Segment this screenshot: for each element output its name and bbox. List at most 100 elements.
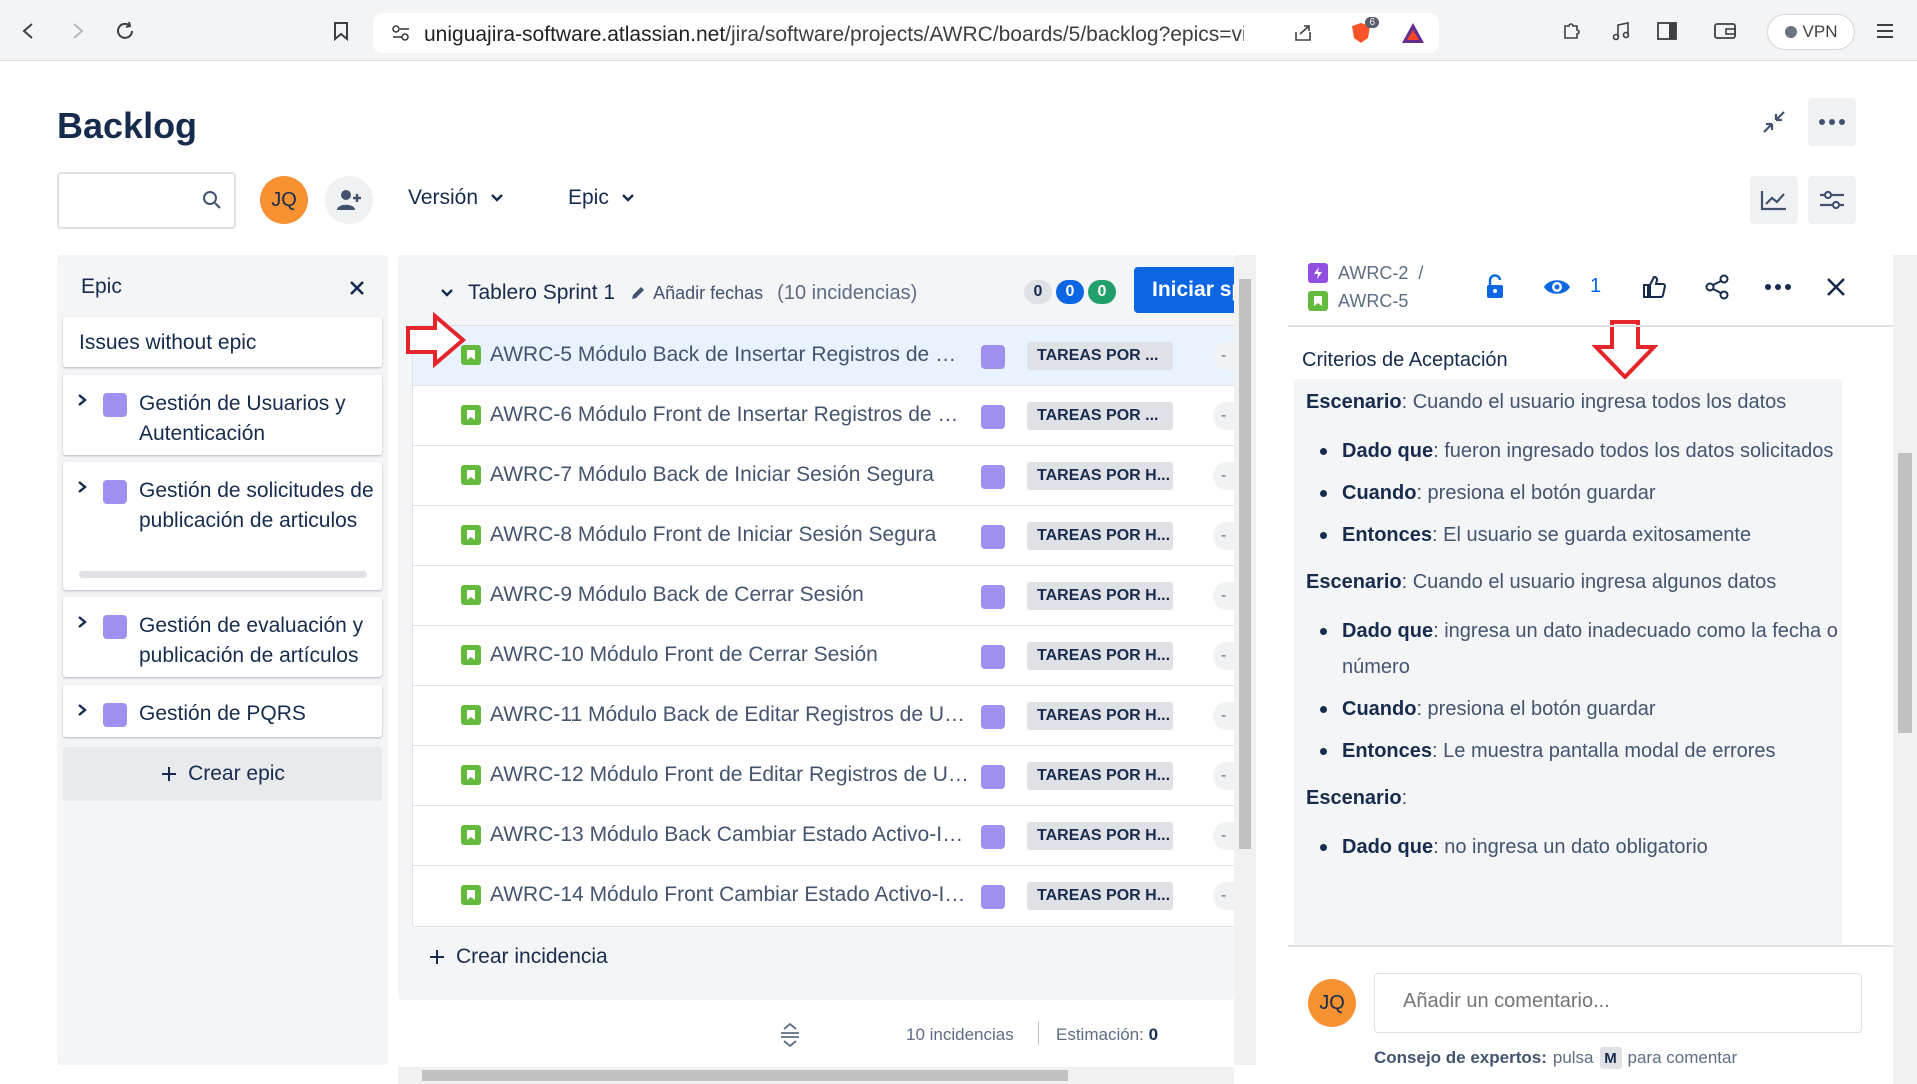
exit-fullscreen-button[interactable] <box>1750 98 1798 146</box>
acceptance-criteria-body[interactable]: Escenario: Cuando el usuario ingresa tod… <box>1294 379 1842 947</box>
issue-row[interactable]: AWRC-14 Módulo Front Cambiar Estado Acti… <box>413 866 1234 926</box>
brave-shields-icon[interactable]: 6 <box>1347 17 1379 47</box>
issue-key-link[interactable]: AWRC-5 <box>1338 288 1408 314</box>
status-badge[interactable]: TAREAS POR H... <box>1027 582 1173 610</box>
estimate-badge[interactable]: - <box>1213 702 1234 730</box>
like-button[interactable] <box>1634 267 1674 307</box>
avatar[interactable]: JQ <box>260 176 308 224</box>
scrollbar-thumb[interactable] <box>1239 279 1251 849</box>
issue-row[interactable]: AWRC-12 Módulo Front de Editar Registros… <box>413 746 1234 806</box>
estimate-badge[interactable]: - <box>1213 762 1234 790</box>
epic-item[interactable]: Gestión de evaluación y publicación de a… <box>63 597 382 677</box>
issues-without-epic[interactable]: Issues without epic <box>63 317 382 367</box>
estimate-badge[interactable]: - <box>1213 402 1234 430</box>
share-url-icon[interactable] <box>1289 19 1317 47</box>
browser-menu-button[interactable] <box>1868 14 1902 48</box>
issue-more-actions-button[interactable] <box>1758 267 1798 307</box>
detail-scrollbar[interactable] <box>1893 255 1917 1084</box>
estimate-badge[interactable]: - <box>1213 882 1234 910</box>
issue-row[interactable]: AWRC-9 Módulo Back de Cerrar Sesión TARE… <box>413 566 1234 626</box>
sprint-name[interactable]: Tablero Sprint 1 <box>468 281 615 305</box>
comment-input[interactable] <box>1403 990 1843 1013</box>
sidebar-toggle-button[interactable] <box>1650 14 1684 48</box>
estimate-badge[interactable]: - <box>1213 582 1234 610</box>
close-epic-panel-button[interactable] <box>342 273 372 303</box>
step-text: : Le muestra pantalla modal de errores <box>1432 740 1776 762</box>
search-input[interactable] <box>67 184 197 216</box>
estimate-badge[interactable]: - <box>1213 822 1234 850</box>
version-filter[interactable]: Versión <box>408 186 504 210</box>
epic-item[interactable]: Gestión de solicitudes de publicación de… <box>63 462 382 590</box>
status-badge[interactable]: TAREAS POR ... <box>1027 402 1173 430</box>
scrollbar-thumb[interactable] <box>1898 453 1912 733</box>
reload-button[interactable] <box>108 14 142 48</box>
more-actions-button[interactable] <box>1808 98 1856 146</box>
issue-row[interactable]: AWRC-13 Módulo Back Cambiar Estado Activ… <box>413 806 1234 866</box>
bookmark-button[interactable] <box>324 14 358 48</box>
chevron-right-icon[interactable] <box>75 615 89 629</box>
estimate-badge[interactable]: - <box>1213 642 1234 670</box>
chevron-right-icon[interactable] <box>75 393 89 407</box>
issue-row[interactable]: AWRC-8 Módulo Front de Iniciar Sesión Se… <box>413 506 1234 566</box>
status-badge[interactable]: TAREAS POR H... <box>1027 702 1173 730</box>
add-dates-button[interactable]: Añadir fechas <box>629 283 763 304</box>
board-vertical-scrollbar[interactable] <box>1234 255 1256 1065</box>
epic-item[interactable]: Gestión de PQRS <box>63 685 382 737</box>
create-issue-button[interactable]: Crear incidencia <box>428 945 608 969</box>
status-badge[interactable]: TAREAS POR H... <box>1027 522 1173 550</box>
step-text: : El usuario se guarda exitosamente <box>1432 524 1752 546</box>
status-badge[interactable]: TAREAS POR H... <box>1027 822 1173 850</box>
issue-row[interactable]: AWRC-5 Módulo Back de Insertar Registros… <box>406 312 1234 386</box>
issue-row[interactable]: AWRC-11 Módulo Back de Editar Registros … <box>413 686 1234 746</box>
chevron-right-icon[interactable] <box>75 703 89 717</box>
status-badge[interactable]: TAREAS POR H... <box>1027 762 1173 790</box>
story-icon <box>461 405 481 425</box>
site-settings-icon[interactable] <box>387 19 415 47</box>
parent-issue-link[interactable]: AWRC-2 <box>1338 260 1408 286</box>
backlog-search[interactable] <box>57 172 236 229</box>
status-badge[interactable]: TAREAS POR H... <box>1027 462 1173 490</box>
comment-field[interactable] <box>1374 973 1862 1033</box>
list-item: Cuando: presiona el botón guardar <box>1306 475 1842 511</box>
resize-handle-icon[interactable] <box>778 1021 802 1049</box>
status-badge[interactable]: TAREAS POR H... <box>1027 642 1173 670</box>
add-dates-label: Añadir fechas <box>653 282 764 303</box>
step-label: Entonces <box>1342 524 1433 546</box>
chevron-down-icon[interactable] <box>440 288 454 298</box>
issue-row[interactable]: AWRC-7 Módulo Back de Iniciar Sesión Seg… <box>413 446 1234 506</box>
extensions-button[interactable] <box>1555 14 1589 48</box>
start-sprint-button[interactable]: Iniciar sp <box>1134 267 1234 313</box>
epic-filter[interactable]: Epic <box>568 186 635 210</box>
forward-button[interactable] <box>60 14 94 48</box>
scrollbar-thumb[interactable] <box>422 1070 1068 1081</box>
back-button[interactable] <box>12 14 46 48</box>
epic-item[interactable]: Gestión de Usuarios y Autenticación <box>63 375 382 455</box>
wallet-button[interactable] <box>1708 14 1742 48</box>
bookmark-icon <box>334 22 348 41</box>
estimate-badge[interactable]: - <box>1213 462 1234 490</box>
brave-rewards-icon[interactable] <box>1399 19 1427 47</box>
issue-title: AWRC-9 Módulo Back de Cerrar Sesión <box>490 583 864 606</box>
status-badge[interactable]: TAREAS POR ... <box>1027 342 1173 370</box>
watchers-count[interactable]: 1 <box>1590 275 1601 298</box>
issue-row[interactable]: AWRC-6 Módulo Front de Insertar Registro… <box>413 386 1234 446</box>
add-people-button[interactable] <box>325 176 373 224</box>
estimate-badge[interactable]: - <box>1213 342 1234 370</box>
status-badge[interactable]: TAREAS POR H... <box>1027 882 1173 910</box>
issue-row[interactable]: AWRC-10 Módulo Front de Cerrar Sesión TA… <box>413 626 1234 686</box>
board-horizontal-scrollbar[interactable] <box>398 1067 1234 1084</box>
annotation-arrow-icon <box>406 312 467 368</box>
view-settings-button[interactable] <box>1808 176 1856 224</box>
watch-button[interactable] <box>1537 267 1577 307</box>
epic-color-swatch <box>981 645 1005 669</box>
restrictions-button[interactable] <box>1475 267 1515 307</box>
close-detail-button[interactable] <box>1816 267 1856 307</box>
share-button[interactable] <box>1697 267 1737 307</box>
create-epic-button[interactable]: Crear epic <box>63 747 382 801</box>
estimate-badge[interactable]: - <box>1213 522 1234 550</box>
vpn-button[interactable]: VPN <box>1767 14 1855 50</box>
chevron-right-icon[interactable] <box>75 480 89 494</box>
address-bar[interactable]: uniguajira-software.atlassian.net/jira/s… <box>373 13 1439 53</box>
insights-button[interactable] <box>1750 176 1798 224</box>
media-button[interactable] <box>1604 14 1638 48</box>
